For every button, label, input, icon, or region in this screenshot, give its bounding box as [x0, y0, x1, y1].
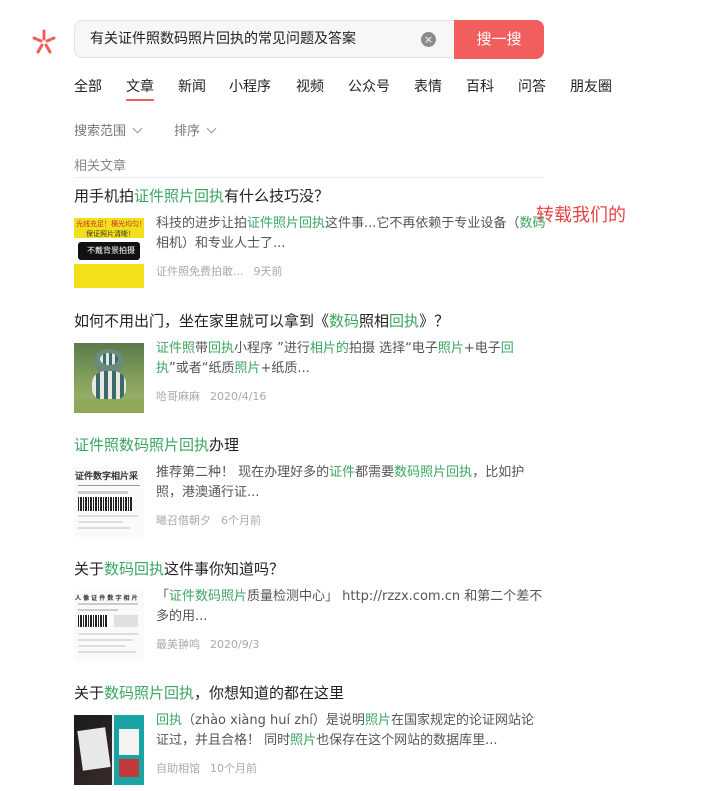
result-time: 2020/9/3 — [210, 638, 260, 651]
result-title[interactable]: 如何不用出门，坐在家里就可以拿到《数码照相回执》？ — [74, 311, 554, 331]
result-thumbnail[interactable]: 证件数字相片采 — [74, 467, 144, 537]
result-source: 哈哥麻麻 — [156, 390, 200, 403]
result-source: 证件照免费拍敢... — [156, 265, 244, 278]
result-snippet: 证件照带回执小程序 ”进行相片的拍摄 选择“电子照片+电子回执”或者“纸质照片+… — [156, 341, 514, 376]
result-meta: 证件照免费拍敢... 9天前 — [156, 263, 283, 279]
tab-encyclopedia[interactable]: 百科 — [466, 76, 494, 96]
search-range-dropdown[interactable]: 搜索范围 — [74, 120, 143, 139]
result-snippet: 推荐第二种！ 现在办理好多的证件都需要数码照片回执，比如护照，港澳通行证... — [156, 465, 525, 500]
result-title[interactable]: 证件照数码照片回执办理 — [74, 435, 554, 455]
result-thumbnail[interactable] — [74, 715, 144, 785]
tab-all[interactable]: 全部 — [74, 76, 102, 96]
result-time: 2020/4/16 — [210, 390, 267, 403]
result-item[interactable]: 如何不用出门，坐在家里就可以拿到《数码照相回执》？ 证件照带回执小程序 ”进行相… — [74, 311, 554, 413]
result-meta: 自助相馆 10个月前 — [156, 760, 257, 776]
search-input[interactable] — [90, 21, 410, 57]
result-snippet: 回执（zhào xiàng huí zhí）是说明照片在国家规定的论证网站论证过… — [156, 713, 534, 748]
result-snippet: 「证件数码照片质量检测中心」 http://rzzx.com.cn 和第二个差不… — [156, 589, 543, 624]
sort-label: 排序 — [174, 124, 201, 139]
result-item[interactable]: 证件照数码照片回执办理 证件数字相片采 推荐第二种！ 现在办理好多的证件都需要数… — [74, 435, 554, 537]
result-item[interactable]: 关于数码照片回执，你想知道的都在这里 回执（zhào xiàng huí zhí… — [74, 683, 554, 785]
tab-stickers[interactable]: 表情 — [414, 76, 442, 96]
tab-mini-programs[interactable]: 小程序 — [229, 76, 271, 96]
result-time: 9天前 — [253, 265, 283, 278]
section-label: 相关文章 — [74, 159, 127, 174]
result-item[interactable]: 关于数码回执这件事你知道吗？ 人 像 证 件 数 字 相 片 「证件数码照片质量… — [74, 559, 554, 661]
result-title[interactable]: 关于数码回执这件事你知道吗？ — [74, 559, 554, 579]
result-time: 6个月前 — [221, 514, 261, 527]
divider — [74, 177, 544, 178]
tab-official-accounts[interactable]: 公众号 — [348, 76, 390, 96]
search-box: × — [74, 20, 454, 58]
tab-moments[interactable]: 朋友圈 — [570, 76, 612, 96]
result-title[interactable]: 用手机拍证件照片回执有什么技巧没？ — [74, 186, 554, 206]
search-button[interactable]: 搜一搜 — [454, 20, 544, 59]
result-time: 10个月前 — [210, 762, 257, 775]
search-range-label: 搜索范围 — [74, 124, 127, 139]
tab-news[interactable]: 新闻 — [178, 76, 206, 96]
tab-articles[interactable]: 文章 — [126, 76, 154, 101]
sort-dropdown[interactable]: 排序 — [174, 120, 217, 139]
result-thumbnail[interactable]: 光线充足！横光均匀！ 保证照片清晰！ 不戴背景拍摄 — [74, 218, 144, 288]
result-snippet: 科技的进步让拍证件照片回执这件事...它不再依赖于专业设备（数码相机）和专业人士… — [156, 216, 546, 251]
result-meta: 哈哥麻麻 2020/4/16 — [156, 388, 266, 404]
result-thumbnail[interactable]: 人 像 证 件 数 字 相 片 — [74, 591, 144, 661]
chevron-down-icon — [132, 123, 143, 134]
result-title[interactable]: 关于数码照片回执，你想知道的都在这里 — [74, 683, 554, 703]
chevron-down-icon — [206, 123, 217, 134]
clear-icon[interactable]: × — [421, 32, 436, 47]
tab-qa[interactable]: 问答 — [518, 76, 546, 96]
result-item[interactable]: 用手机拍证件照片回执有什么技巧没？ 光线充足！横光均匀！ 保证照片清晰！ 不戴背… — [74, 186, 554, 288]
result-source: 曦召借朝夕 — [156, 514, 211, 527]
result-meta: 曦召借朝夕 6个月前 — [156, 512, 261, 528]
wechat-search-logo-icon[interactable] — [30, 28, 58, 56]
result-meta: 最美翀鸣 2020/9/3 — [156, 636, 259, 652]
result-source: 最美翀鸣 — [156, 638, 200, 651]
result-source: 自助相馆 — [156, 762, 200, 775]
tab-videos[interactable]: 视频 — [296, 76, 324, 96]
result-thumbnail[interactable] — [74, 343, 144, 413]
